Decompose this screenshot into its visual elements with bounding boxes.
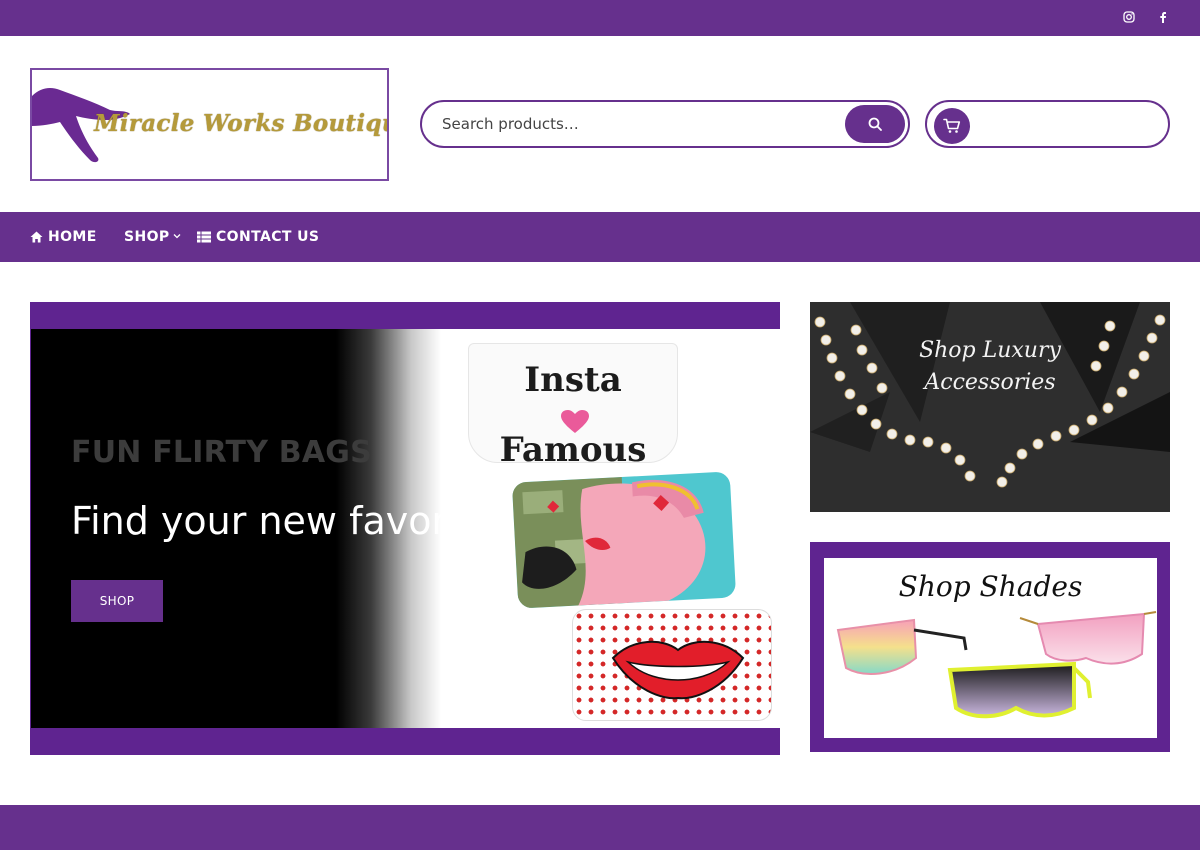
main-nav: HOME SHOP CONTACT US [0, 212, 1200, 262]
slide-shop-button[interactable]: SHOP [71, 580, 163, 622]
search-button[interactable] [845, 105, 905, 143]
cart-icon [943, 118, 961, 133]
hero-slider: FUN FLIRTY BAGS Find your new favorite! … [30, 302, 780, 755]
nav-home[interactable]: HOME [30, 212, 97, 262]
bag-text-line-1: Insta [524, 360, 622, 400]
slide-title: Find your new favorite! [71, 499, 512, 543]
bag-text-line-2: Famous [499, 430, 647, 463]
slide-subtitle: FUN FLIRTY BAGS [71, 435, 372, 470]
nav-contact-us[interactable]: CONTACT US [197, 212, 319, 262]
cart-widget[interactable] [925, 100, 1170, 148]
promo-shop-shades[interactable]: Shop Shades [810, 542, 1170, 752]
insta-famous-bag-image: Insta Famous [468, 343, 678, 463]
search-bar [420, 100, 910, 148]
top-bar [0, 0, 1200, 36]
search-input[interactable] [442, 113, 842, 135]
nav-shop[interactable]: SHOP [124, 212, 186, 262]
nav-shop-label: SHOP [124, 229, 170, 245]
cart-icon-button[interactable] [934, 108, 970, 144]
facebook-icon[interactable] [1155, 9, 1171, 25]
promo-luxury-accessories[interactable]: Shop Luxury Accessories [810, 302, 1170, 512]
promo-accessories-line-1: Shop Luxury [919, 338, 1061, 363]
site-logo[interactable]: Miracle Works Boutique [30, 68, 389, 181]
promo-shades-card: Shop Shades [824, 558, 1157, 738]
pearl-necklace-image [810, 302, 1170, 512]
nav-home-label: HOME [48, 229, 97, 245]
lips-bag-image [572, 609, 772, 721]
nav-contact-label: CONTACT US [216, 229, 320, 245]
logo-text: Miracle Works Boutique [94, 110, 389, 137]
chevron-down-icon [173, 232, 186, 242]
home-icon [30, 231, 43, 243]
instagram-icon[interactable] [1121, 9, 1137, 25]
list-icon [197, 231, 211, 243]
sunglasses-image [836, 611, 1157, 719]
search-icon [868, 117, 882, 131]
pop-art-bag-image [511, 471, 737, 609]
footer-bar [0, 805, 1200, 850]
hero-slide: FUN FLIRTY BAGS Find your new favorite! … [31, 329, 780, 728]
promo-accessories-line-2: Accessories [924, 370, 1056, 395]
